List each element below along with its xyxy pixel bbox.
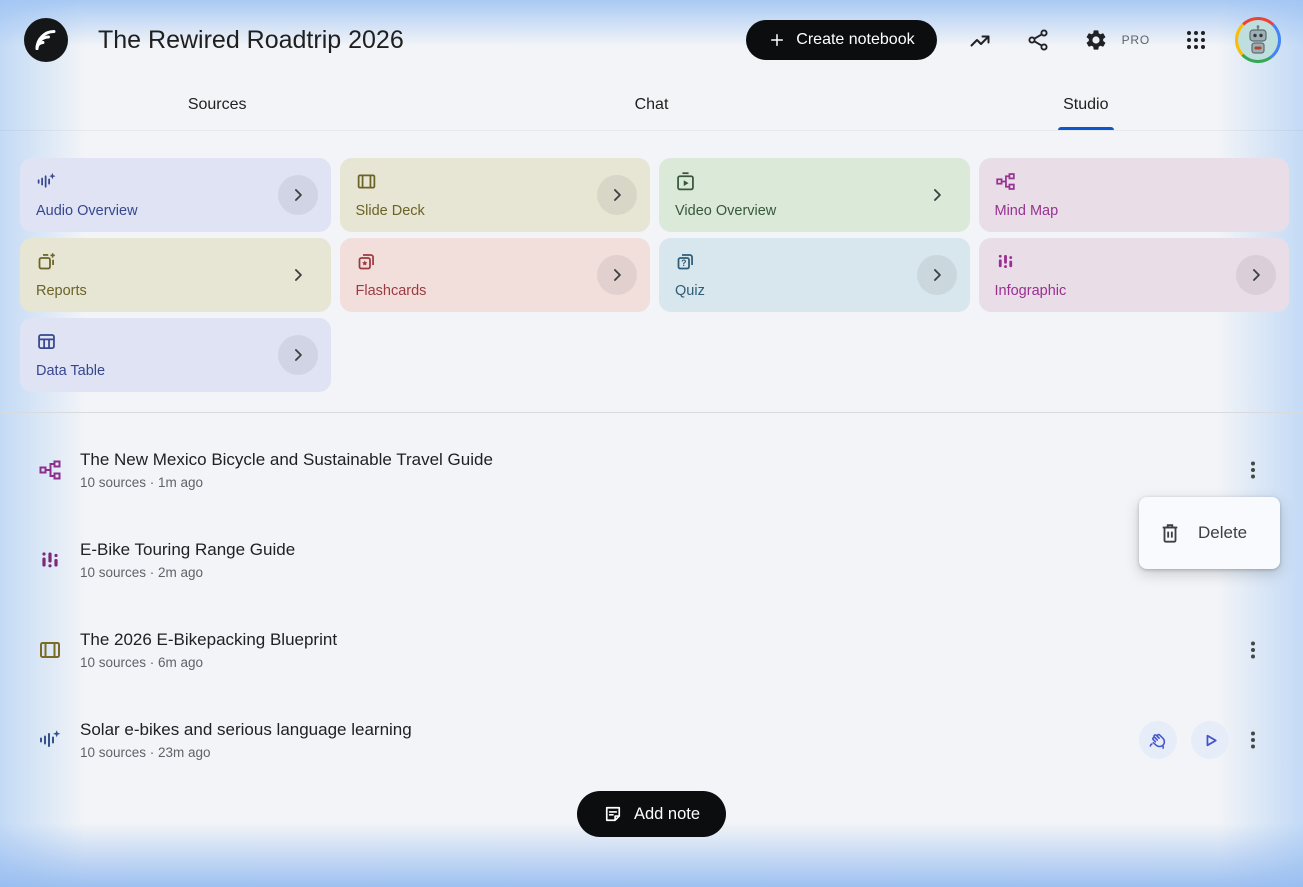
tool-card-infographic[interactable]: Infographic	[978, 238, 1289, 312]
user-avatar[interactable]	[1235, 17, 1281, 63]
tool-label: Infographic	[994, 283, 1067, 299]
chevron-right-icon[interactable]	[917, 175, 957, 215]
chevron-right-icon[interactable]	[277, 175, 318, 215]
tab-sources[interactable]: Sources	[0, 80, 434, 130]
tool-label: Quiz	[675, 283, 705, 299]
tab-studio[interactable]: Studio	[869, 80, 1303, 130]
chevron-right-icon[interactable]	[597, 255, 637, 295]
play-button[interactable]	[1191, 721, 1229, 759]
more-options-icon[interactable]	[1241, 728, 1265, 752]
svg-text:?: ?	[681, 258, 686, 268]
avatar-robot-image	[1238, 20, 1278, 60]
artifact-row-slide-deck[interactable]: The 2026 E-Bikepacking Blueprint 10 sour…	[0, 605, 1303, 695]
slide-deck-icon	[38, 638, 62, 662]
tab-chat[interactable]: Chat	[434, 80, 868, 130]
note-icon	[603, 804, 623, 824]
tool-card-reports[interactable]: Reports	[20, 238, 331, 312]
create-notebook-button[interactable]: Create notebook	[746, 20, 937, 60]
artifact-title: E-Bike Touring Range Guide	[80, 540, 296, 559]
plus-icon	[768, 31, 786, 49]
play-icon	[1200, 730, 1221, 751]
artifact-row-mind-map[interactable]: The New Mexico Bicycle and Sustainable T…	[0, 425, 1303, 515]
chevron-right-icon[interactable]	[277, 335, 318, 375]
slide-deck-icon	[356, 171, 377, 192]
chevron-right-icon[interactable]	[916, 255, 957, 295]
create-notebook-label: Create notebook	[796, 31, 915, 48]
mind-map-icon	[995, 171, 1016, 192]
add-note-button[interactable]: Add note	[576, 791, 727, 837]
tool-card-audio-overview[interactable]: Audio Overview	[20, 158, 331, 232]
tool-card-slide-deck[interactable]: Slide Deck	[339, 158, 650, 232]
audio-waveform-sparkle-icon	[36, 171, 57, 192]
hand-wave-icon	[1148, 730, 1169, 751]
tool-label: Slide Deck	[355, 203, 425, 219]
tab-chat-label: Chat	[634, 96, 669, 113]
app-header: The Rewired Roadtrip 2026 Create noteboo…	[0, 0, 1303, 80]
artifact-row-infographic[interactable]: E-Bike Touring Range Guide 10 sources · …	[0, 515, 1303, 605]
tool-label: Reports	[36, 283, 87, 299]
tool-label: Audio Overview	[36, 203, 138, 219]
app-logo[interactable]	[24, 18, 68, 62]
tool-label: Data Table	[36, 363, 106, 379]
chevron-right-icon[interactable]	[1236, 255, 1276, 295]
context-menu: Delete	[1139, 497, 1280, 569]
tool-label: Mind Map	[994, 203, 1059, 219]
share-icon[interactable]	[1026, 28, 1050, 52]
add-note-label: Add note	[633, 804, 701, 823]
quiz-icon: ?	[675, 251, 696, 272]
tool-label: Video Overview	[675, 203, 777, 219]
analytics-icon[interactable]	[968, 28, 992, 52]
tool-card-data-table[interactable]: Data Table	[20, 318, 331, 392]
reports-icon	[36, 251, 57, 272]
artifact-meta: 10 sources · 2m ago	[80, 565, 204, 580]
menu-item-delete-label: Delete	[1198, 523, 1248, 542]
more-options-icon[interactable]	[1241, 638, 1265, 662]
chevron-right-icon[interactable]	[597, 175, 637, 215]
tab-studio-label: Studio	[1063, 96, 1109, 113]
artifact-row-audio-overview[interactable]: Solar e-bikes and serious language learn…	[0, 695, 1303, 785]
tab-bar: Sources Chat Studio	[0, 80, 1303, 131]
flashcards-icon	[356, 251, 377, 272]
video-overview-icon	[675, 171, 696, 192]
artifact-meta: 10 sources · 23m ago	[80, 745, 211, 760]
tool-card-quiz[interactable]: ? Quiz	[659, 238, 970, 312]
settings-gear-icon[interactable]	[1084, 28, 1108, 52]
artifact-meta: 10 sources · 1m ago	[80, 475, 204, 490]
notebook-title: The Rewired Roadtrip 2026	[98, 25, 404, 54]
artifact-title: The 2026 E-Bikepacking Blueprint	[80, 630, 338, 649]
notebooklm-page: The Rewired Roadtrip 2026 Create noteboo…	[0, 0, 1303, 887]
artifact-list: The New Mexico Bicycle and Sustainable T…	[0, 413, 1303, 837]
more-options-icon[interactable]	[1241, 458, 1265, 482]
tool-card-mind-map[interactable]: Mind Map	[978, 158, 1289, 232]
infographic-icon	[995, 251, 1016, 272]
tool-label: Flashcards	[355, 283, 427, 299]
audio-waveform-sparkle-icon	[38, 728, 62, 752]
tool-card-video-overview[interactable]: Video Overview	[659, 158, 970, 232]
infographic-icon	[38, 548, 62, 572]
mind-map-icon	[38, 458, 62, 482]
artifact-title: Solar e-bikes and serious language learn…	[80, 720, 412, 739]
menu-item-delete[interactable]: Delete	[1139, 507, 1280, 559]
trash-icon	[1159, 522, 1181, 544]
artifact-meta: 10 sources · 6m ago	[80, 655, 204, 670]
pro-badge: PRO	[1121, 33, 1150, 47]
data-table-icon	[36, 331, 57, 352]
tool-card-flashcards[interactable]: Flashcards	[339, 238, 650, 312]
apps-grid-icon[interactable]	[1184, 28, 1208, 52]
tab-sources-label: Sources	[187, 96, 247, 113]
artifact-title: The New Mexico Bicycle and Sustainable T…	[80, 450, 493, 469]
chevron-right-icon[interactable]	[278, 255, 318, 295]
interactive-mode-button[interactable]	[1139, 721, 1177, 759]
studio-tools-grid: Audio Overview Slide Deck Video Overview…	[20, 158, 1289, 392]
